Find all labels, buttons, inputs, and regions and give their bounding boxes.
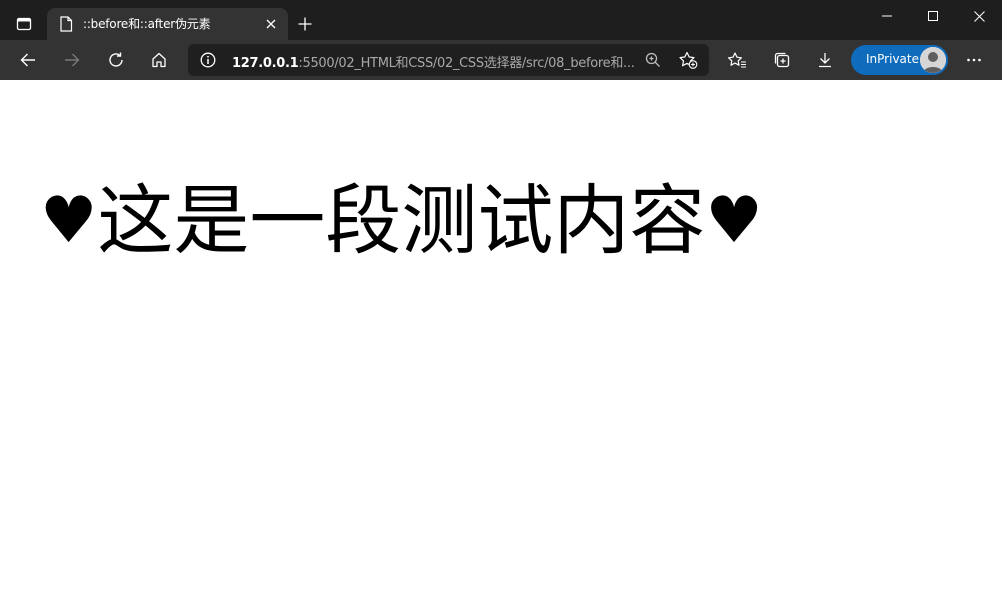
- forward-button[interactable]: [56, 44, 88, 76]
- url-host: 127.0.0.1: [232, 56, 299, 71]
- tab-actions-icon: [16, 17, 32, 31]
- home-button[interactable]: [143, 44, 175, 76]
- profile-avatar-icon: [920, 47, 946, 73]
- browser-titlebar: ::before和::after伪元素: [0, 0, 1002, 40]
- download-icon: [819, 53, 831, 68]
- page-viewport: ♥ 这是一段测试内容 ♥: [0, 80, 1002, 596]
- arrow-left-icon: [20, 53, 35, 67]
- favorites-button[interactable]: [721, 44, 753, 76]
- avatar: [920, 47, 946, 73]
- info-icon[interactable]: [200, 52, 216, 68]
- inprivate-button[interactable]: InPrivate: [851, 45, 948, 75]
- new-tab-button[interactable]: [293, 12, 317, 36]
- tab-close-button[interactable]: [262, 15, 280, 33]
- minimize-icon: [882, 15, 892, 17]
- page-icon: [60, 16, 73, 32]
- browser-toolbar: 127.0.0.1:5500/02_HTML和CSS/02_CSS选择器/src…: [0, 40, 1002, 80]
- close-icon: [266, 19, 276, 29]
- before-pseudo-heart: ♥: [40, 184, 98, 258]
- collections-icon: [774, 52, 790, 68]
- test-paragraph: ♥ 这是一段测试内容 ♥: [40, 176, 763, 266]
- tab-title: ::before和::after伪元素: [83, 17, 211, 31]
- plus-icon: [298, 17, 312, 31]
- window-maximize-button[interactable]: [910, 0, 956, 32]
- address-bar[interactable]: 127.0.0.1:5500/02_HTML和CSS/02_CSS选择器/src…: [188, 44, 709, 76]
- home-icon: [152, 52, 166, 68]
- downloads-button[interactable]: [809, 44, 841, 76]
- refresh-icon: [109, 52, 123, 67]
- collections-button[interactable]: [766, 44, 798, 76]
- refresh-button[interactable]: [100, 44, 132, 76]
- window-close-button[interactable]: [956, 0, 1002, 32]
- url-path: :5500/02_HTML和CSS/02_CSS选择器/src/08_befor…: [298, 56, 635, 71]
- favorites-icon: [728, 52, 746, 68]
- inprivate-label: InPrivate: [866, 52, 919, 66]
- settings-more-button[interactable]: [958, 44, 990, 76]
- add-favorite-icon[interactable]: [678, 51, 698, 69]
- more-icon: [967, 58, 981, 62]
- window-minimize-button[interactable]: [864, 0, 910, 32]
- maximize-icon: [928, 11, 938, 21]
- after-pseudo-heart: ♥: [705, 184, 763, 258]
- browser-tab-active[interactable]: ::before和::after伪元素: [47, 8, 288, 40]
- arrow-right-icon: [65, 53, 80, 67]
- back-button[interactable]: [12, 44, 44, 76]
- url-text[interactable]: 127.0.0.1:5500/02_HTML和CSS/02_CSS选择器/src…: [232, 52, 635, 71]
- zoom-icon[interactable]: [644, 51, 662, 69]
- paragraph-text: 这是一段测试内容: [97, 176, 706, 265]
- close-icon: [973, 10, 985, 22]
- tab-actions-button[interactable]: [10, 10, 38, 38]
